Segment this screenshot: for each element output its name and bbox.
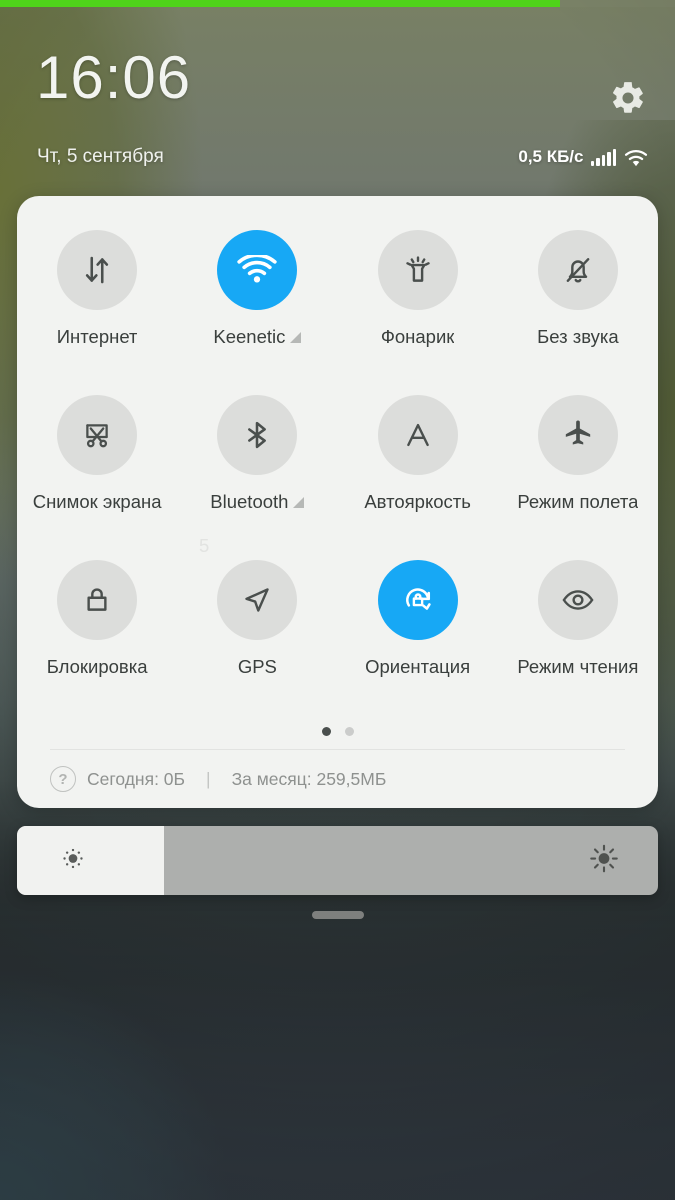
tile-mute[interactable]: Без звука <box>498 216 658 381</box>
tile-label: Режим чтения <box>517 656 639 677</box>
tile-label: Фонарик <box>380 326 455 347</box>
tile-gps-label-row: GPS <box>238 656 277 678</box>
location-arrow-icon <box>245 588 270 612</box>
signal-bars-icon <box>590 148 616 166</box>
question-mark-icon[interactable]: ? <box>50 766 76 792</box>
status-header: 16:06 Чт, 5 сентября 0,5 КБ/с <box>0 0 675 195</box>
brightness-slider-fill <box>17 826 165 895</box>
tile-mute-circle <box>537 230 618 310</box>
tile-label: Keenetic <box>213 326 286 347</box>
tile-label: Автояркость <box>364 491 471 512</box>
top-progress-fill <box>0 0 561 7</box>
tile-bluetooth[interactable]: Bluetooth <box>177 381 337 546</box>
tile-flashlight-label-row: Фонарик <box>381 326 455 348</box>
rotation-lock-icon <box>405 588 431 610</box>
auto-brightness-icon <box>406 423 429 447</box>
tile-label: Ориентация <box>365 656 471 677</box>
quick-settings-panel: Интернет Keenetic Фонарик Без звука Сним… <box>17 196 658 808</box>
usage-month: За месяц: 259,5МБ <box>231 768 387 789</box>
tile-lock[interactable]: Блокировка <box>17 546 177 711</box>
drag-handle[interactable] <box>311 911 364 919</box>
tile-label: GPS <box>237 656 277 677</box>
tile-reading-circle <box>537 560 618 640</box>
usage-today: Сегодня: 0Б <box>87 768 186 789</box>
tile-label: Bluetooth <box>210 491 289 512</box>
bell-off-icon <box>566 258 590 283</box>
gear-icon <box>613 82 643 113</box>
tile-bluetooth-circle <box>217 395 298 475</box>
tile-lock-circle <box>57 560 138 640</box>
chevron-expand-icon[interactable] <box>290 331 302 343</box>
wifi-icon <box>237 254 278 282</box>
tile-lock-label-row: Блокировка <box>47 656 148 678</box>
tile-auto-brightness[interactable]: Автояркость <box>338 381 498 546</box>
quick-settings-tiles: Интернет Keenetic Фонарик Без звука Сним… <box>17 216 658 711</box>
tile-gps-circle <box>217 560 298 640</box>
settings-button[interactable] <box>609 79 647 117</box>
tile-internet-circle <box>57 230 138 310</box>
tile-wifi-label-row: Keenetic <box>213 326 302 348</box>
tile-internet[interactable]: Интернет <box>17 216 177 381</box>
screenshot-icon <box>86 424 108 448</box>
footer-divider <box>50 749 625 750</box>
airplane-icon <box>565 420 591 445</box>
chevron-expand-icon[interactable] <box>293 496 305 508</box>
ghost-character: 5 <box>199 535 210 556</box>
lock-icon <box>87 588 107 611</box>
clock: 16:06 <box>36 44 192 111</box>
tile-label: Режим полета <box>517 491 639 512</box>
tile-label: Блокировка <box>46 656 148 677</box>
tile-flashlight[interactable]: Фонарик <box>338 216 498 381</box>
tile-wifi[interactable]: Keenetic <box>177 216 337 381</box>
tile-wifi-circle <box>217 230 298 310</box>
tile-screenshot-label-row: Снимок экрана <box>33 491 162 513</box>
tile-mute-label-row: Без звука <box>537 326 619 348</box>
tile-internet-label-row: Интернет <box>57 326 138 348</box>
tile-airplane-label-row: Режим полета <box>517 491 638 513</box>
tile-airplane-circle <box>537 395 618 475</box>
brightness-high-icon <box>589 843 619 878</box>
tile-screenshot[interactable]: Снимок экрана <box>17 381 177 546</box>
page-dot-2[interactable] <box>344 727 354 736</box>
brightness-low-icon <box>60 845 86 876</box>
tile-rotation-lock[interactable]: Ориентация <box>338 546 498 711</box>
tile-label: Снимок экрана <box>32 491 162 512</box>
bluetooth-icon <box>248 421 267 449</box>
network-speed: 0,5 КБ/с <box>518 147 584 166</box>
page-indicator <box>17 727 658 736</box>
tile-gps[interactable]: GPS <box>177 546 337 711</box>
tile-reading-label-row: Режим чтения <box>517 656 638 678</box>
data-usage-bar[interactable]: ? Сегодня: 0Б | За месяц: 259,5МБ <box>50 766 386 792</box>
data-transfer-icon <box>85 256 109 284</box>
tile-reading-mode[interactable]: Режим чтения <box>498 546 658 711</box>
flashlight-icon <box>405 256 430 282</box>
tile-flashlight-circle <box>377 230 458 310</box>
tile-airplane-mode[interactable]: Режим полета <box>498 381 658 546</box>
tile-rotation-circle <box>377 560 458 640</box>
brightness-slider[interactable] <box>17 826 658 895</box>
tile-auto-brightness-circle <box>377 395 458 475</box>
tile-bluetooth-label-row: Bluetooth <box>210 491 305 513</box>
tile-label: Интернет <box>56 326 138 347</box>
usage-separator: | <box>206 768 211 789</box>
page-dot-1[interactable] <box>321 727 331 736</box>
tile-screenshot-circle <box>57 395 138 475</box>
tile-label: Без звука <box>537 326 619 347</box>
eye-icon <box>562 590 594 610</box>
tile-rotation-label-row: Ориентация <box>365 656 470 678</box>
status-icons: 0,5 КБ/с <box>518 147 649 167</box>
top-progress-bar <box>0 0 675 7</box>
tile-auto-brightness-label-row: Автояркость <box>364 491 471 513</box>
wifi-icon <box>624 149 648 166</box>
date-text: Чт, 5 сентября <box>37 146 164 167</box>
